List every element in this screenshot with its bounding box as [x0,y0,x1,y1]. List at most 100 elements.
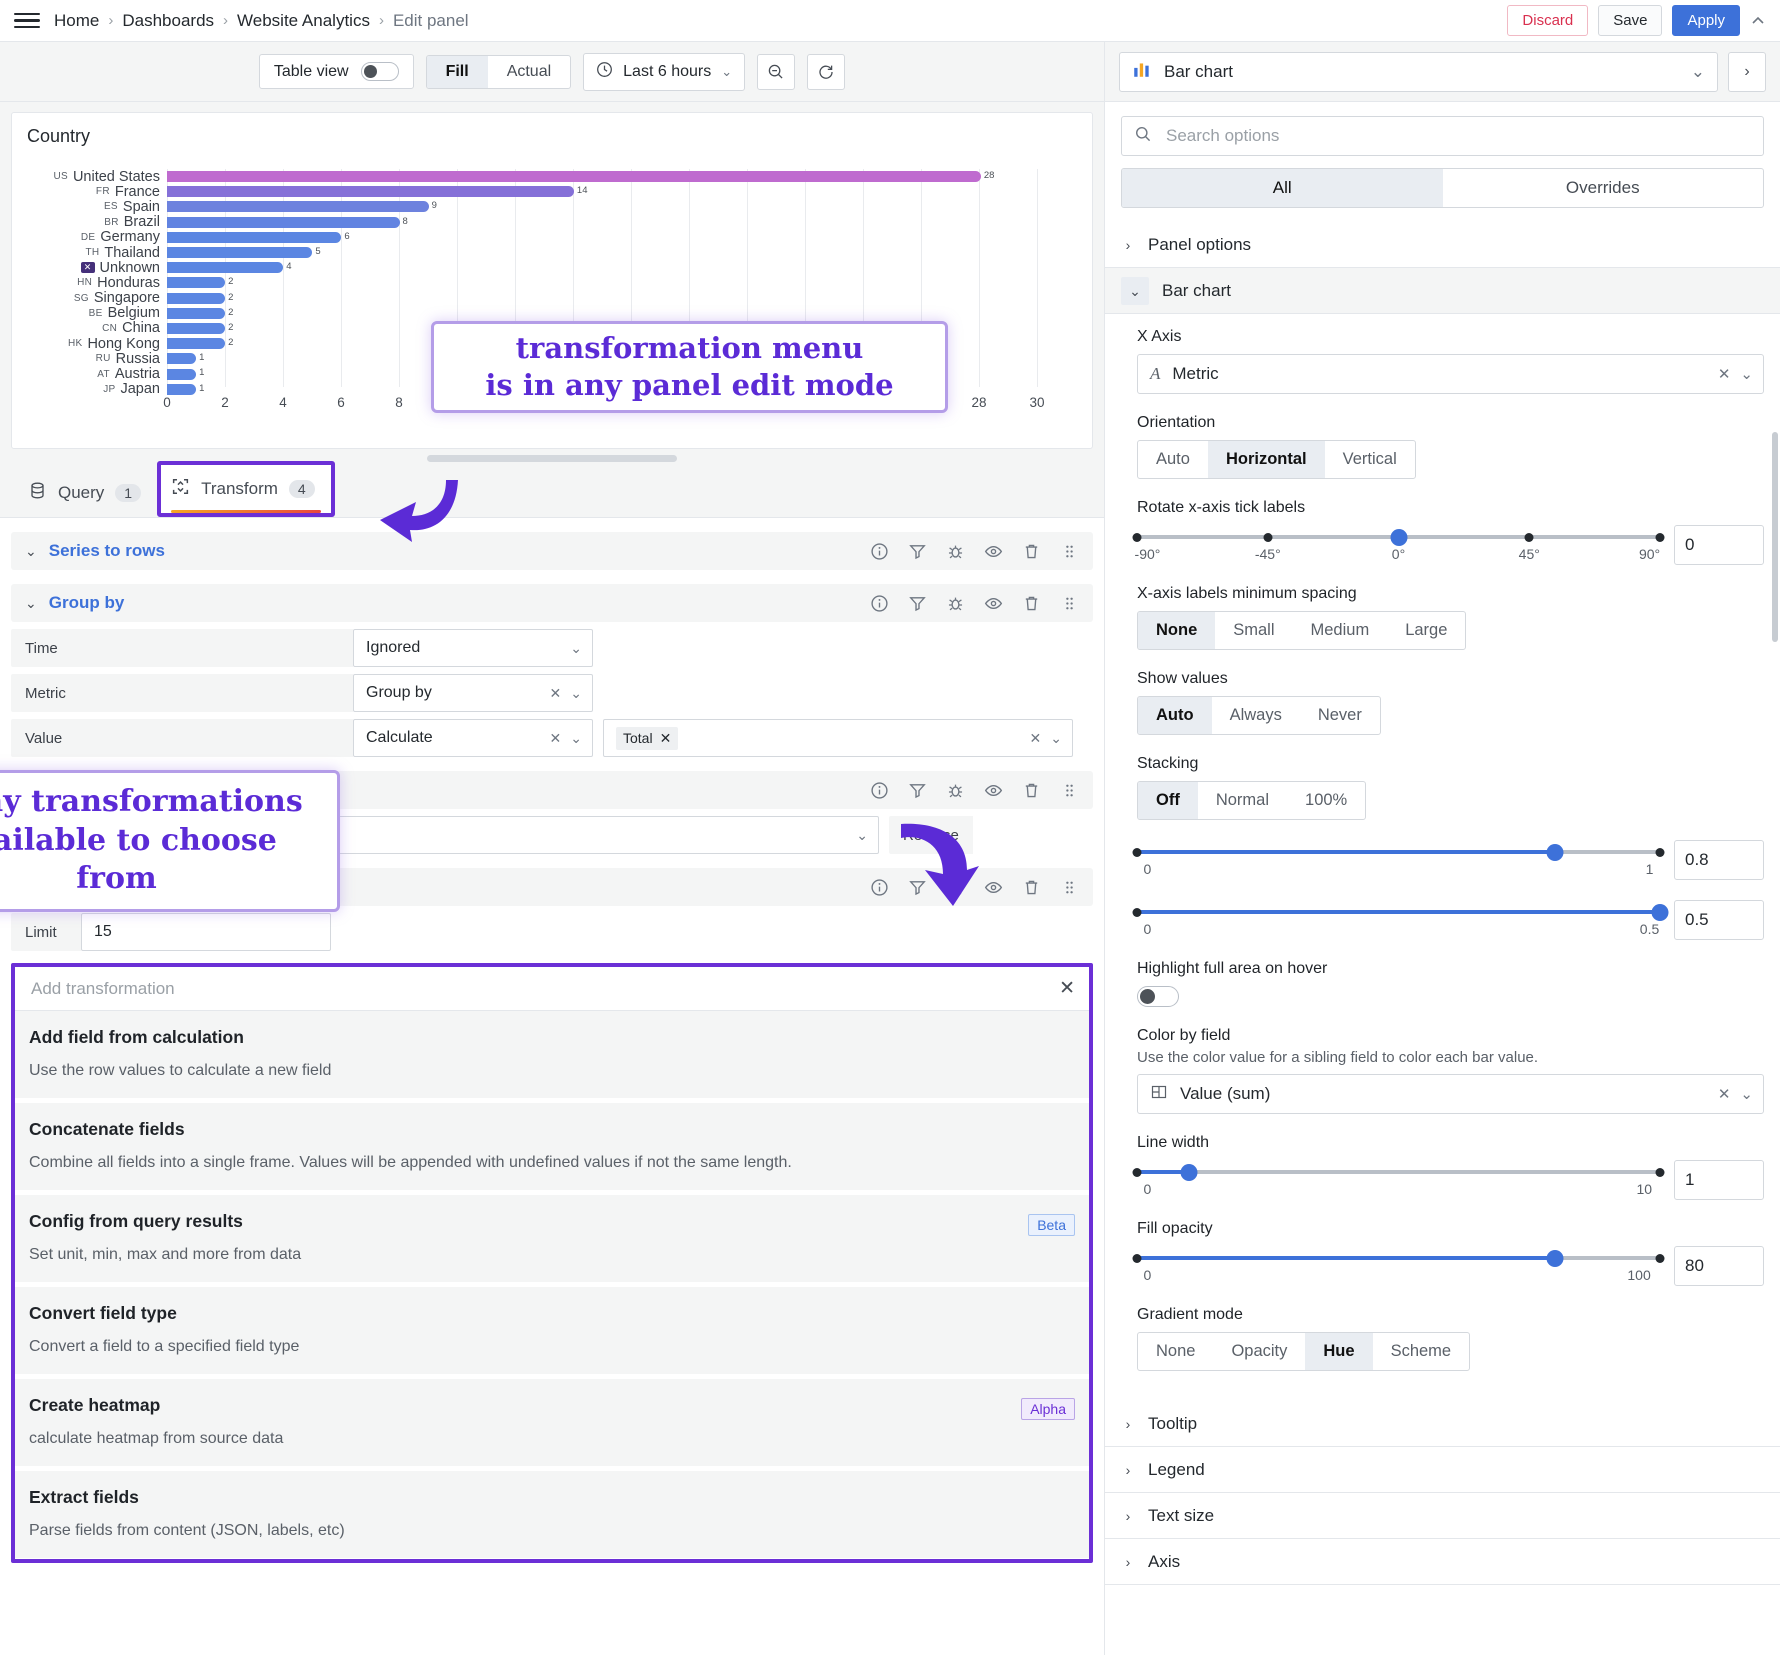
value-calculate-select[interactable]: Calculate ✕ ⌄ [353,719,593,757]
eye-icon[interactable] [984,594,1003,613]
section-bar-chart[interactable]: ⌄ Bar chart [1105,268,1780,314]
bar[interactable] [167,247,313,259]
chevron-right-icon[interactable]: › [1728,51,1766,92]
save-button[interactable]: Save [1598,5,1663,36]
table-view-switch[interactable] [360,62,399,81]
gradient-hue[interactable]: Hue [1305,1333,1373,1370]
section-text-size[interactable]: › Text size [1105,1493,1780,1539]
fill-button[interactable]: Fill [426,55,488,88]
drag-handle-icon[interactable] [1060,781,1079,800]
tab-query[interactable]: Query 1 [18,469,157,517]
drag-handle-icon[interactable] [1060,594,1079,613]
drag-handle-icon[interactable] [1060,878,1079,897]
tab-overrides[interactable]: Overrides [1443,169,1764,207]
show-values-always[interactable]: Always [1212,697,1300,734]
breadcrumb-home[interactable]: Home [54,11,99,31]
min-spacing-large[interactable]: Large [1387,612,1465,649]
refresh-icon[interactable] [807,53,846,90]
section-tooltip[interactable]: › Tooltip [1105,1401,1780,1447]
transform-header-group-by[interactable]: ⌄ Group by [11,584,1093,622]
debug-icon[interactable] [946,542,965,561]
transformation-option[interactable]: Create heatmap calculate heatmap from sou… [15,1379,1089,1467]
calculation-chip[interactable]: Total ✕ [616,726,679,750]
filter-icon[interactable] [908,781,927,800]
chevron-up-icon[interactable] [1750,13,1766,29]
drag-handle-icon[interactable] [1060,542,1079,561]
options-search-box[interactable] [1121,116,1764,156]
bar[interactable] [167,353,197,365]
trash-icon[interactable] [1022,594,1041,613]
tab-all[interactable]: All [1122,169,1443,207]
bar[interactable] [167,262,284,274]
fill-opacity-input[interactable] [1674,1246,1764,1286]
eye-icon[interactable] [984,542,1003,561]
trash-icon[interactable] [1022,781,1041,800]
clear-icon[interactable]: ✕ [1718,365,1731,383]
breadcrumb-website-analytics[interactable]: Website Analytics [237,11,370,31]
transform-header-series-to-rows[interactable]: ⌄ Series to rows [11,532,1093,570]
info-icon[interactable] [870,878,889,897]
bar[interactable] [167,201,429,213]
limit-input[interactable] [81,913,331,951]
fill-opacity-slider[interactable]: 0 100 [1132,1246,1665,1285]
section-panel-options[interactable]: › Panel options [1105,222,1780,268]
group-width-slider[interactable]: 0 0.5 [1132,900,1669,939]
debug-icon[interactable] [946,594,965,613]
time-range-picker[interactable]: Last 6 hours ⌄ [583,52,746,91]
bar[interactable] [167,186,574,198]
time-select[interactable]: Ignored ⌄ [353,629,593,667]
orientation-vertical[interactable]: Vertical [1325,441,1415,478]
add-transformation-input[interactable] [29,977,1060,1000]
gradient-opacity[interactable]: Opacity [1213,1333,1305,1370]
visualization-picker[interactable]: Bar chart ⌄ [1119,51,1718,92]
orientation-horizontal[interactable]: Horizontal [1207,441,1325,478]
rotate-labels-slider[interactable]: -90° -45° 0° 45° 90° [1132,525,1665,564]
show-values-auto[interactable]: Auto [1138,697,1212,734]
info-icon[interactable] [870,781,889,800]
bar[interactable] [167,292,226,304]
bar-width-input[interactable] [1674,840,1764,880]
metric-select[interactable]: Group by ✕ ⌄ [353,674,593,712]
line-width-input[interactable] [1674,1160,1764,1200]
clear-icon[interactable]: ✕ [550,685,562,702]
color-by-field-select[interactable]: Value (sum) ✕ ⌄ [1137,1074,1764,1114]
breadcrumb-dashboards[interactable]: Dashboards [122,11,214,31]
transformation-option[interactable]: Extract fields Parse fields from content … [15,1471,1089,1559]
trash-icon[interactable] [1022,542,1041,561]
tab-transform[interactable]: Transform 4 [161,465,331,513]
min-spacing-none[interactable]: None [1138,612,1216,649]
debug-icon[interactable] [946,781,965,800]
min-spacing-medium[interactable]: Medium [1293,612,1388,649]
x-axis-select[interactable]: A Metric ✕ ⌄ [1137,354,1764,394]
clear-icon[interactable]: ✕ [1030,730,1042,747]
bar[interactable] [167,171,981,183]
section-axis[interactable]: › Axis [1105,1539,1780,1585]
apply-button[interactable]: Apply [1672,5,1740,36]
bar[interactable] [167,338,226,350]
discard-button[interactable]: Discard [1507,5,1589,36]
clear-icon[interactable]: ✕ [1718,1085,1731,1103]
transformation-option[interactable]: Config from query results Set unit, min, … [15,1195,1089,1283]
trash-icon[interactable] [1022,878,1041,897]
bar[interactable] [167,383,197,395]
stacking-normal[interactable]: Normal [1198,782,1287,819]
section-legend[interactable]: › Legend [1105,1447,1780,1493]
bar[interactable] [167,216,400,228]
info-icon[interactable] [870,542,889,561]
stacking-100[interactable]: 100% [1287,782,1365,819]
search-options-input[interactable] [1164,125,1751,147]
clear-icon[interactable]: ✕ [550,730,562,747]
options-vertical-scrollbar[interactable] [1772,432,1778,642]
zoom-out-icon[interactable] [757,53,796,90]
close-icon[interactable]: ✕ [1059,977,1075,1000]
transformation-option[interactable]: Convert field type Convert a field to a s… [15,1287,1089,1375]
bar[interactable] [167,322,226,334]
bar[interactable] [167,231,342,243]
gradient-none[interactable]: None [1138,1333,1213,1370]
line-width-slider[interactable]: 0 10 [1132,1160,1665,1199]
orientation-auto[interactable]: Auto [1138,441,1208,478]
chip-remove-icon[interactable]: ✕ [660,730,672,747]
show-values-never[interactable]: Never [1300,697,1380,734]
min-spacing-small[interactable]: Small [1215,612,1292,649]
actual-button[interactable]: Actual [488,56,570,88]
